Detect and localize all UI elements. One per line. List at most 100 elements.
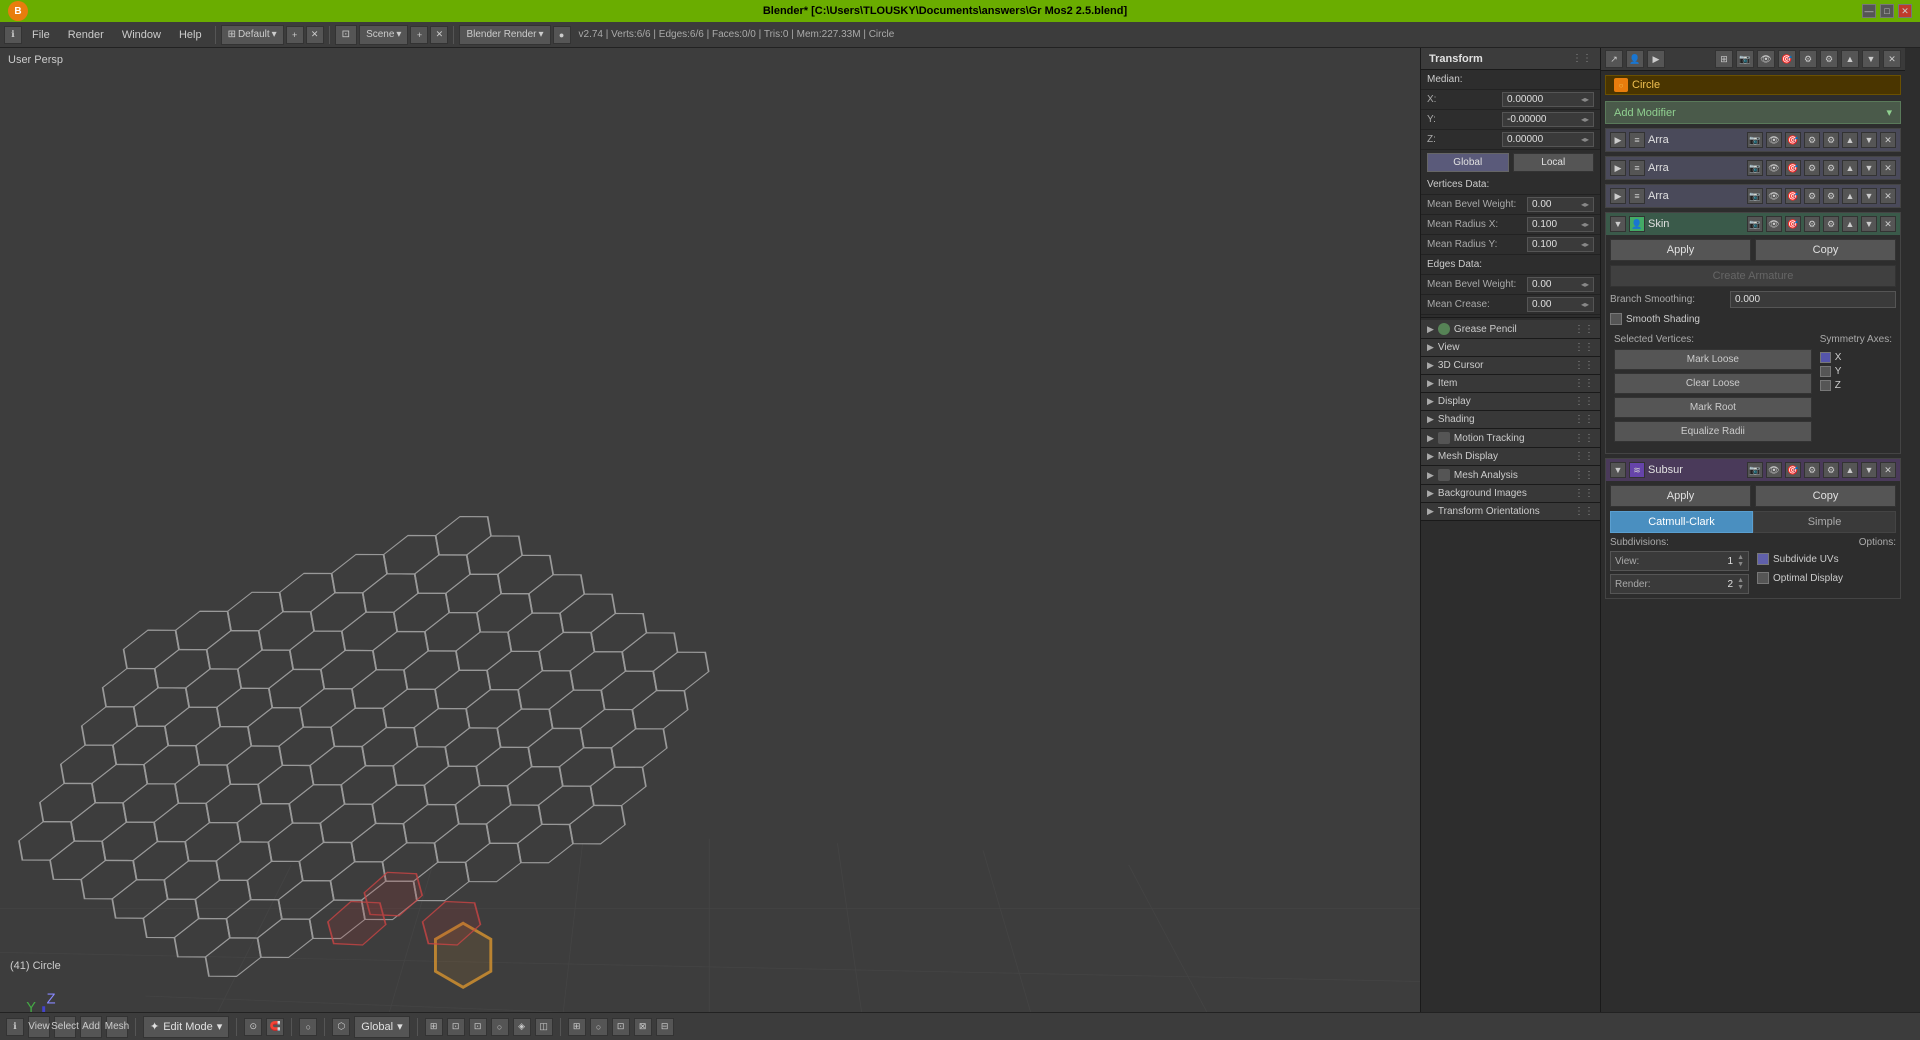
subsurf-copy-btn[interactable]: Copy <box>1755 485 1896 507</box>
view-btn[interactable]: View <box>28 1016 50 1038</box>
mod-arra2-settings2[interactable]: ⚙ <box>1823 160 1839 176</box>
mod-icon-7[interactable]: ⚙ <box>1799 50 1817 68</box>
mod-subsurf-up[interactable]: ▲ <box>1842 462 1858 478</box>
mod-skin-expand[interactable]: ▼ <box>1610 216 1626 232</box>
minimize-btn[interactable]: — <box>1862 4 1876 18</box>
z-value-row[interactable]: Z: 0.00000 ◂▸ <box>1421 130 1600 150</box>
clear-loose-btn[interactable]: Clear Loose <box>1614 373 1812 394</box>
section-display[interactable]: ▶ Display ⋮⋮ <box>1421 393 1600 411</box>
mod-arra2-render[interactable]: 🎯 <box>1785 160 1801 176</box>
mod-subsurf-close[interactable]: ✕ <box>1880 462 1896 478</box>
mod-icon-1[interactable]: ↗ <box>1605 50 1623 68</box>
section-3d-cursor[interactable]: ▶ 3D Cursor ⋮⋮ <box>1421 357 1600 375</box>
pivot-icon[interactable]: ⊙ <box>244 1018 262 1036</box>
sym-z-checkbox[interactable] <box>1820 380 1831 391</box>
bottom-icon-1[interactable]: ⊞ <box>425 1018 443 1036</box>
render-field[interactable]: Render: 2 ▲ ▼ <box>1610 574 1749 594</box>
proportional-icon[interactable]: ○ <box>299 1018 317 1036</box>
section-mesh-analysis[interactable]: ▶ Mesh Analysis ⋮⋮ <box>1421 466 1600 485</box>
select-btn[interactable]: Select <box>54 1016 76 1038</box>
mod-arra2-camera[interactable]: 📷 <box>1747 160 1763 176</box>
sym-z-row[interactable]: Z <box>1820 380 1892 391</box>
mod-arra3-icon[interactable]: ≡ <box>1629 188 1645 204</box>
x-value-row[interactable]: X: 0.00000 ◂▸ <box>1421 90 1600 110</box>
mean-bevel-weight-row[interactable]: Mean Bevel Weight: 0.00 ◂▸ <box>1421 195 1600 215</box>
add-btn[interactable]: Add <box>80 1016 102 1038</box>
y-field[interactable]: -0.00000 ◂▸ <box>1502 112 1594 127</box>
subdivide-uvs-row[interactable]: Subdivide UVs <box>1757 551 1896 567</box>
mod-arra2-settings[interactable]: ⚙ <box>1804 160 1820 176</box>
section-transform-orientations[interactable]: ▶ Transform Orientations ⋮⋮ <box>1421 503 1600 521</box>
mod-arra1-up[interactable]: ▲ <box>1842 132 1858 148</box>
mod-icon-3[interactable]: ⊞ <box>1715 50 1733 68</box>
mod-arra3-close[interactable]: ✕ <box>1880 188 1896 204</box>
mod-subsurf-expand[interactable]: ▼ <box>1610 462 1626 478</box>
skin-apply-btn[interactable]: Apply <box>1610 239 1751 261</box>
snap-icon[interactable]: 🧲 <box>266 1018 284 1036</box>
mod-icon-5[interactable]: 👁 <box>1757 50 1775 68</box>
mod-icon-2[interactable]: 👤 <box>1626 50 1644 68</box>
menu-file[interactable]: File <box>24 27 58 43</box>
bottom-icon-2[interactable]: ⊡ <box>447 1018 465 1036</box>
menu-window[interactable]: Window <box>114 27 169 43</box>
global-btn[interactable]: Global <box>1427 153 1509 172</box>
mod-skin-down[interactable]: ▼ <box>1861 216 1877 232</box>
catmull-clark-tab[interactable]: Catmull-Clark <box>1610 511 1753 533</box>
section-mesh-display[interactable]: ▶ Mesh Display ⋮⋮ <box>1421 448 1600 466</box>
engine-icon-btn[interactable]: ⊡ <box>335 25 357 45</box>
maximize-btn[interactable]: □ <box>1880 4 1894 18</box>
mod-arra1-close[interactable]: ✕ <box>1880 132 1896 148</box>
mod-skin-camera[interactable]: 📷 <box>1747 216 1763 232</box>
mod-icon-8[interactable]: ⚙ <box>1820 50 1838 68</box>
bottom-icon-3[interactable]: ⊡ <box>469 1018 487 1036</box>
section-view[interactable]: ▶ View ⋮⋮ <box>1421 339 1600 357</box>
mod-arra2-up[interactable]: ▲ <box>1842 160 1858 176</box>
smooth-shading-checkbox[interactable] <box>1610 313 1622 325</box>
mod-icon-6[interactable]: 🎯 <box>1778 50 1796 68</box>
menu-render[interactable]: Render <box>60 27 112 43</box>
mod-arra1-render[interactable]: 🎯 <box>1785 132 1801 148</box>
mod-arra1-eye[interactable]: 👁 <box>1766 132 1782 148</box>
section-item[interactable]: ▶ Item ⋮⋮ <box>1421 375 1600 393</box>
mod-arra3-expand[interactable]: ▶ <box>1610 188 1626 204</box>
edge-bevel-row[interactable]: Mean Bevel Weight: 0.00 ◂▸ <box>1421 275 1600 295</box>
mod-arra3-settings2[interactable]: ⚙ <box>1823 188 1839 204</box>
branch-smoothing-field[interactable]: 0.000 <box>1730 291 1896 308</box>
skin-copy-btn[interactable]: Copy <box>1755 239 1896 261</box>
bottom-icon-11[interactable]: ⊟ <box>656 1018 674 1036</box>
mod-arra1-expand[interactable]: ▶ <box>1610 132 1626 148</box>
mod-skin-eye[interactable]: 👁 <box>1766 216 1782 232</box>
section-motion-tracking[interactable]: ▶ Motion Tracking ⋮⋮ <box>1421 429 1600 448</box>
mod-arra3-up[interactable]: ▲ <box>1842 188 1858 204</box>
mod-arra1-settings[interactable]: ⚙ <box>1804 132 1820 148</box>
mod-arra2-close[interactable]: ✕ <box>1880 160 1896 176</box>
orient-icon[interactable]: ⬡ <box>332 1018 350 1036</box>
scene-selector[interactable]: Scene ▾ <box>359 25 408 45</box>
mc-value-field[interactable]: 0.00 ◂▸ <box>1527 297 1594 312</box>
bottom-icon-5[interactable]: ◈ <box>513 1018 531 1036</box>
close-btn[interactable]: ✕ <box>1898 4 1912 18</box>
scene-add-btn[interactable]: + <box>410 26 428 44</box>
mod-subsurf-render[interactable]: 🎯 <box>1785 462 1801 478</box>
bottom-icon-8[interactable]: ○ <box>590 1018 608 1036</box>
mod-arra1-settings2[interactable]: ⚙ <box>1823 132 1839 148</box>
renderer-selector[interactable]: Blender Render ▾ <box>459 25 550 45</box>
subdivide-uvs-checkbox[interactable] <box>1757 553 1769 565</box>
y-value-row[interactable]: Y: -0.00000 ◂▸ <box>1421 110 1600 130</box>
mod-skin-settings2[interactable]: ⚙ <box>1823 216 1839 232</box>
mod-subsurf-down[interactable]: ▼ <box>1861 462 1877 478</box>
mod-subsurf-icon[interactable]: ≋ <box>1629 462 1645 478</box>
mod-skin-icon[interactable]: 👤 <box>1629 216 1645 232</box>
section-shading[interactable]: ▶ Shading ⋮⋮ <box>1421 411 1600 429</box>
skin-branch-smoothing-row[interactable]: Branch Smoothing: 0.000 <box>1610 291 1896 308</box>
optimal-display-row[interactable]: Optimal Display <box>1757 570 1896 586</box>
mesh-btn[interactable]: Mesh <box>106 1016 128 1038</box>
mod-arra1-icon[interactable]: ≡ <box>1629 132 1645 148</box>
local-btn[interactable]: Local <box>1513 153 1595 172</box>
mod-arra3-camera[interactable]: 📷 <box>1747 188 1763 204</box>
workspace-close-btn[interactable]: ✕ <box>306 26 324 44</box>
mod-arra2-down[interactable]: ▼ <box>1861 160 1877 176</box>
info-icon[interactable]: ℹ <box>4 26 22 44</box>
mod-arra2-eye[interactable]: 👁 <box>1766 160 1782 176</box>
smooth-shading-row[interactable]: Smooth Shading <box>1610 311 1896 327</box>
